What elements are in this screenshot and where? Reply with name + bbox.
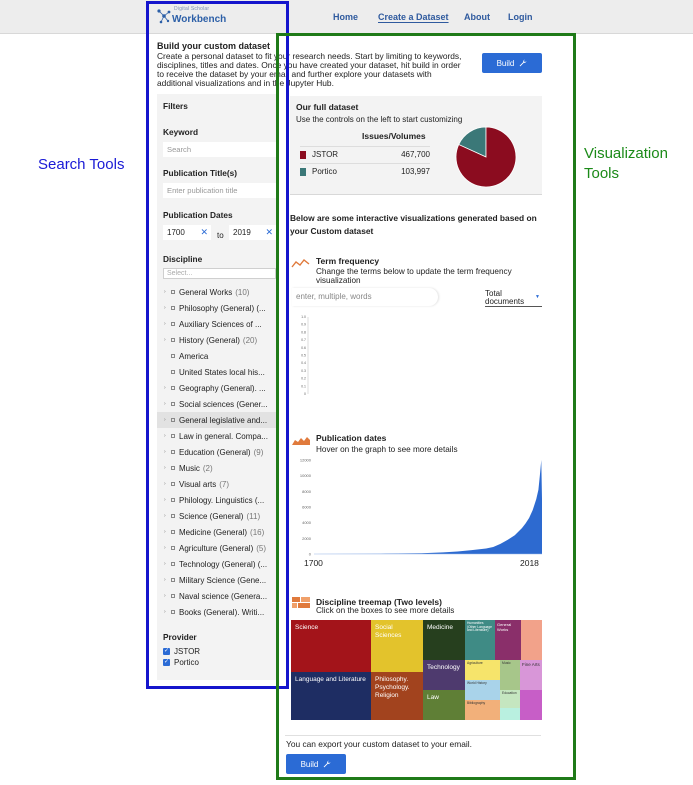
annotation-visualization-tools: Visualization Tools bbox=[584, 145, 668, 182]
annotation-search-tools: Search Tools bbox=[38, 156, 125, 173]
top-navbar: Digital Scholar Workbench Home Create a … bbox=[0, 0, 693, 34]
annotation-search-tools-box bbox=[146, 1, 289, 689]
nav-home[interactable]: Home bbox=[333, 12, 358, 22]
annotation-visualization-tools-box bbox=[276, 33, 576, 780]
nav-login[interactable]: Login bbox=[508, 12, 533, 22]
nav-about[interactable]: About bbox=[464, 12, 490, 22]
nav-create-dataset[interactable]: Create a Dataset bbox=[378, 12, 449, 22]
